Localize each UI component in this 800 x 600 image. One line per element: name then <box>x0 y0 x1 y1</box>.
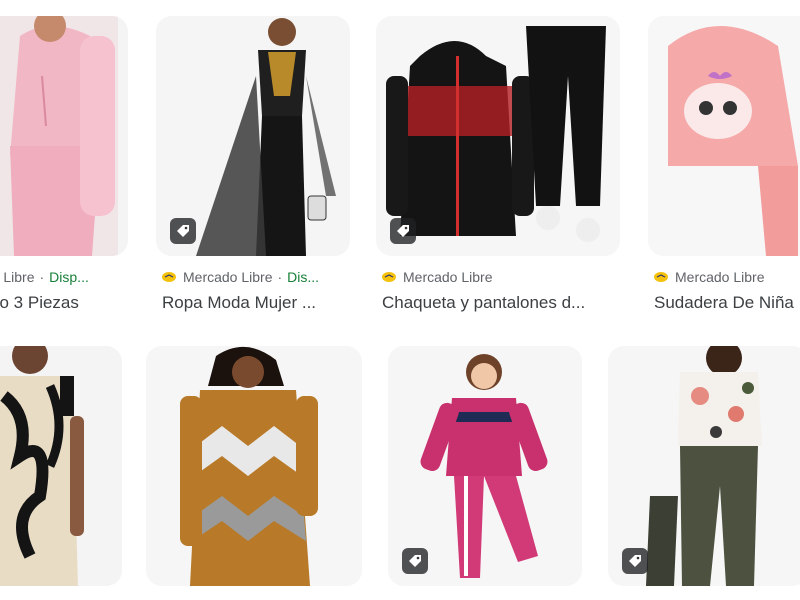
result-source: Mercado Libre <box>183 269 273 285</box>
result-title[interactable]: Conjunto 3 Piezas ... <box>0 292 118 314</box>
result-thumbnail[interactable] <box>146 346 362 586</box>
result-source: Mercado Libre <box>403 269 493 285</box>
result-source-line: Mercado Libre · Disp... <box>0 268 89 286</box>
result-title[interactable]: Chaqueta y pantalones d... <box>382 292 620 314</box>
result-card[interactable]: Mercado Libre Sudadera De Niña <box>648 0 800 330</box>
result-thumbnail[interactable] <box>0 346 122 586</box>
availability-text: Dis... <box>287 269 320 285</box>
result-source: Mercado Libre <box>0 269 35 285</box>
result-source-line: Mercado Libre <box>654 268 765 286</box>
result-title[interactable]: Sudadera De Niña <box>654 292 800 314</box>
price-tag-icon <box>622 548 648 574</box>
result-thumbnail[interactable] <box>608 346 800 586</box>
availability-text: Disp... <box>49 269 89 285</box>
print-dress-image <box>0 346 122 586</box>
mercado-libre-favicon-icon <box>654 272 668 282</box>
mercado-libre-favicon-icon <box>162 272 176 282</box>
result-source-line: Mercado Libre · Dis... <box>162 268 319 286</box>
chevron-sweater-dress-image <box>146 346 362 586</box>
result-card[interactable]: Mercado Libre Chaqueta y pantalones d... <box>376 0 626 330</box>
result-source-line: Mercado Libre <box>382 268 493 286</box>
result-thumbnail[interactable] <box>648 16 800 256</box>
price-tag-icon <box>390 218 416 244</box>
result-card[interactable] <box>388 346 584 600</box>
result-source: Mercado Libre <box>675 269 765 285</box>
result-thumbnail[interactable] <box>388 346 582 586</box>
result-thumbnail[interactable] <box>0 16 128 256</box>
result-thumbnail[interactable] <box>156 16 350 256</box>
result-title[interactable]: Ropa Moda Mujer ... <box>162 292 352 314</box>
meta-separator: · <box>39 269 45 285</box>
image-results-grid: Mercado Libre · Disp... Conjunto 3 Pieza… <box>0 0 800 600</box>
pink-kids-hoodie-image <box>648 16 800 256</box>
mercado-libre-favicon-icon <box>382 272 396 282</box>
result-thumbnail[interactable] <box>376 16 620 256</box>
pink-knit-outfit-image <box>0 16 128 256</box>
result-card[interactable] <box>608 346 800 600</box>
result-card[interactable]: Mercado Libre · Disp... Conjunto 3 Pieza… <box>0 0 130 330</box>
price-tag-icon <box>170 218 196 244</box>
result-card[interactable] <box>146 346 364 600</box>
result-card[interactable] <box>0 346 124 600</box>
result-card[interactable]: Mercado Libre · Dis... Ropa Moda Mujer .… <box>156 0 352 330</box>
meta-separator: · <box>277 269 283 285</box>
price-tag-icon <box>402 548 428 574</box>
